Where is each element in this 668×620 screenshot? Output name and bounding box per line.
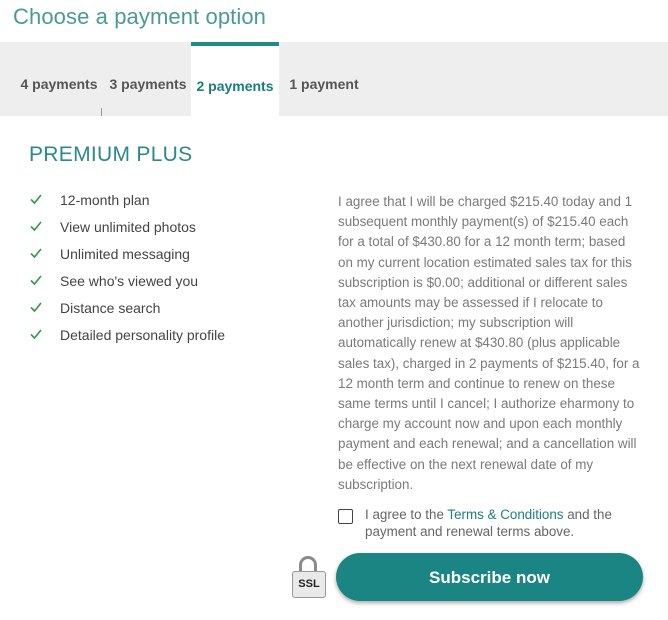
checkmark-icon (30, 221, 42, 232)
list-item: See who's viewed you (28, 273, 228, 290)
billing-terms: I agree that I will be charged $215.40 t… (338, 194, 640, 492)
agree-checkbox[interactable] (338, 509, 353, 524)
feature-label: See who's viewed you (60, 273, 199, 289)
feature-label: View unlimited photos (60, 219, 196, 235)
list-item: Distance search (28, 300, 228, 317)
terms-link[interactable]: Terms & Conditions (447, 507, 563, 522)
feature-list: 12-month plan View unlimited photos Unli… (28, 192, 228, 354)
agreement-label: I agree to the Terms & Conditions and th… (365, 506, 645, 540)
ssl-label: SSL (292, 571, 326, 598)
feature-label: Detailed personality profile (60, 327, 225, 343)
feature-label: Distance search (60, 300, 161, 316)
ssl-lock-icon: SSL (292, 556, 326, 598)
checkmark-icon (30, 248, 42, 259)
list-item: 12-month plan (28, 192, 228, 209)
checkmark-icon (30, 194, 42, 205)
tab-3-payments[interactable]: 3 payments (108, 42, 188, 116)
list-item: Unlimited messaging (28, 246, 228, 263)
checkmark-icon (30, 302, 42, 313)
list-item: Detailed personality profile (28, 327, 228, 344)
tab-2-payments[interactable]: 2 payments (191, 42, 279, 116)
tab-1-payment[interactable]: 1 payment (286, 42, 362, 116)
feature-label: 12-month plan (60, 192, 150, 208)
feature-label: Unlimited messaging (60, 246, 190, 262)
page-title: Choose a payment option (13, 4, 267, 29)
list-item: View unlimited photos (28, 219, 228, 236)
checkmark-icon (30, 329, 42, 340)
subscribe-button[interactable]: Subscribe now (336, 553, 643, 601)
plan-name: PREMIUM PLUS (29, 143, 193, 166)
tab-4-payments[interactable]: 4 payments (17, 42, 101, 116)
payment-tabs: 4 payments 3 payments 2 payments 1 payme… (0, 42, 668, 146)
checkmark-icon (30, 275, 42, 286)
agreement-prefix: I agree to the (365, 507, 448, 522)
